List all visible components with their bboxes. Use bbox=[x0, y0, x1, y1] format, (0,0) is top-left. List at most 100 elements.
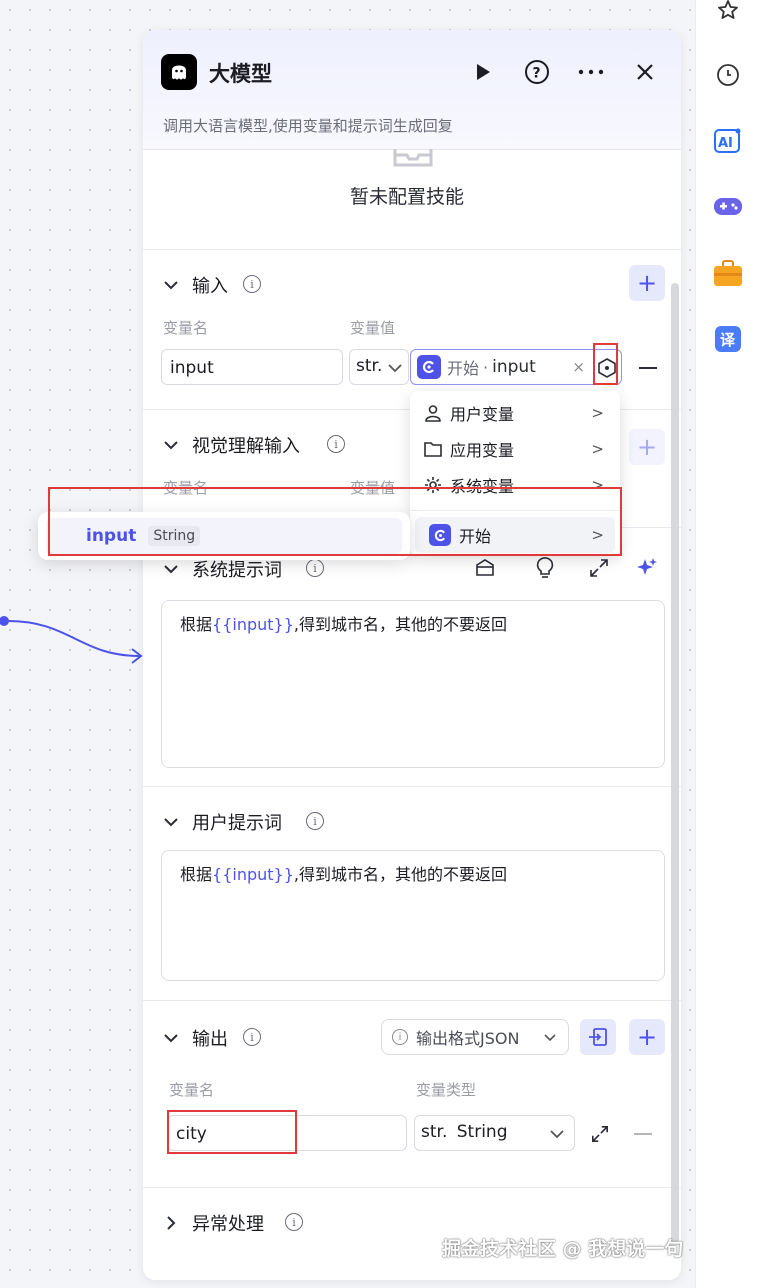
chevron-down-icon[interactable] bbox=[163, 814, 179, 830]
chevron-right-icon: > bbox=[591, 404, 604, 422]
input-var-name-field[interactable]: input bbox=[161, 349, 343, 385]
skills-empty-text: 暂未配置技能 bbox=[350, 186, 465, 208]
output-format-select[interactable]: i 输出格式JSON bbox=[381, 1019, 569, 1055]
info-icon[interactable]: i bbox=[285, 1213, 303, 1231]
panel-scrollbar[interactable] bbox=[671, 283, 679, 1243]
highlight-box bbox=[167, 1110, 297, 1154]
type-prefix: str. bbox=[421, 1122, 448, 1142]
highlight-box bbox=[593, 343, 618, 385]
chevron-right-icon[interactable] bbox=[163, 1215, 179, 1231]
ref-source-label: 开始 bbox=[447, 359, 480, 378]
workflow-edge bbox=[0, 616, 143, 664]
close-panel-button[interactable] bbox=[631, 58, 659, 86]
info-icon[interactable]: i bbox=[327, 435, 345, 453]
add-output-button[interactable]: + bbox=[629, 1019, 665, 1055]
output-type-select[interactable]: str. String bbox=[414, 1115, 575, 1151]
prompt-variable-token[interactable]: {{input}} bbox=[212, 865, 294, 884]
folder-icon bbox=[424, 442, 442, 457]
close-icon bbox=[637, 64, 653, 80]
expand-icon[interactable] bbox=[589, 558, 609, 578]
game-controller-icon[interactable] bbox=[713, 192, 743, 222]
empty-box-icon bbox=[393, 149, 433, 167]
chevron-down-icon[interactable] bbox=[163, 1030, 179, 1046]
ref-var-label: input bbox=[492, 357, 536, 377]
col-label-var-name: 变量名 bbox=[169, 1081, 215, 1099]
prompt-library-icon[interactable] bbox=[474, 557, 496, 579]
expand-icon[interactable] bbox=[591, 1125, 609, 1143]
svg-text:?: ? bbox=[533, 66, 541, 82]
vision-section-title: 视觉理解输入 bbox=[192, 436, 300, 457]
divider bbox=[143, 1000, 681, 1001]
chevron-down-icon bbox=[388, 364, 402, 373]
svg-text:AI: AI bbox=[718, 136, 733, 151]
panel-subtitle: 调用大语言模型,使用变量和提示词生成回复 bbox=[163, 117, 453, 135]
prompt-text: 根据 bbox=[180, 865, 213, 884]
output-format-label: 输出格式JSON bbox=[416, 1029, 520, 1048]
chevron-down-icon[interactable] bbox=[163, 277, 179, 293]
divider bbox=[143, 249, 681, 250]
llm-node-panel: 大模型 ? 调用大语言模型,使用变量和提示词生成回复 暂未配置技能 输入 i +… bbox=[143, 30, 681, 1280]
system-prompt-editor[interactable]: 根据{{input}},得到城市名，其他的不要返回 bbox=[161, 600, 665, 768]
chevron-right-icon: > bbox=[591, 440, 604, 458]
output-section-title: 输出 bbox=[192, 1029, 228, 1050]
help-icon: ? bbox=[525, 60, 549, 84]
dropdown-item-label: 应用变量 bbox=[450, 441, 515, 460]
dropdown-item-label: 用户变量 bbox=[450, 405, 515, 424]
input-ref-value-field[interactable]: 开始 · input × bbox=[410, 349, 622, 385]
info-icon[interactable]: i bbox=[306, 559, 324, 577]
user-prompt-editor[interactable]: 根据{{input}},得到城市名，其他的不要返回 bbox=[161, 850, 665, 981]
history-clock-icon[interactable] bbox=[713, 60, 743, 90]
clear-ref-button[interactable]: × bbox=[572, 358, 585, 376]
run-node-button[interactable] bbox=[469, 58, 497, 86]
chevron-down-icon bbox=[550, 1130, 564, 1139]
play-icon bbox=[477, 64, 490, 80]
watermark: 掘金技术社区 @ 我想说一句 bbox=[442, 1238, 684, 1260]
divider bbox=[143, 1187, 681, 1188]
prompt-variable-token[interactable]: {{input}} bbox=[212, 615, 294, 634]
input-type-select[interactable]: str. bbox=[349, 349, 409, 385]
info-icon: i bbox=[392, 1029, 408, 1045]
more-dots-icon bbox=[578, 69, 604, 75]
highlight-box bbox=[48, 487, 622, 556]
dropdown-item-app-vars[interactable]: 应用变量 > bbox=[410, 431, 620, 467]
start-node-icon bbox=[417, 355, 441, 379]
remove-output-button[interactable] bbox=[634, 1133, 652, 1135]
toolbox-icon[interactable] bbox=[713, 258, 743, 288]
type-label: str. bbox=[356, 356, 383, 376]
chevron-down-icon bbox=[544, 1034, 556, 1042]
add-input-button[interactable]: + bbox=[629, 265, 665, 301]
col-label-var-name: 变量名 bbox=[163, 319, 209, 337]
info-icon[interactable]: i bbox=[306, 812, 324, 830]
panel-header: 大模型 ? 调用大语言模型,使用变量和提示词生成回复 bbox=[143, 30, 681, 150]
type-label: String bbox=[456, 1122, 508, 1142]
ref-separator: · bbox=[483, 357, 489, 377]
translate-icon[interactable]: 译 bbox=[713, 324, 743, 354]
exception-section-title: 异常处理 bbox=[192, 1214, 264, 1235]
dropdown-item-user-vars[interactable]: 用户变量 > bbox=[410, 395, 620, 431]
ai-assistant-icon[interactable]: AI bbox=[713, 126, 743, 156]
divider bbox=[143, 786, 681, 787]
lightbulb-icon[interactable] bbox=[534, 556, 556, 580]
col-label-var-type: 变量类型 bbox=[416, 1081, 477, 1099]
right-toolbar: AI 译 bbox=[695, 0, 760, 1288]
chevron-down-icon[interactable] bbox=[163, 561, 179, 577]
prompt-text: ,得到城市名，其他的不要返回 bbox=[293, 865, 507, 884]
add-vision-input-button[interactable]: + bbox=[629, 429, 665, 465]
info-icon[interactable]: i bbox=[243, 275, 261, 293]
star-icon[interactable] bbox=[713, 0, 743, 25]
help-button[interactable]: ? bbox=[523, 58, 551, 86]
svg-text:译: 译 bbox=[720, 331, 736, 349]
more-options-button[interactable] bbox=[577, 58, 605, 86]
info-icon[interactable]: i bbox=[243, 1028, 261, 1046]
llm-node-logo bbox=[161, 54, 197, 90]
prompt-text: 根据 bbox=[180, 615, 213, 634]
import-json-button[interactable] bbox=[580, 1019, 616, 1055]
chevron-down-icon[interactable] bbox=[163, 437, 179, 453]
user-prompt-title: 用户提示词 bbox=[192, 813, 282, 834]
ai-sparkle-icon[interactable] bbox=[636, 557, 658, 579]
import-icon bbox=[589, 1028, 607, 1046]
user-icon bbox=[425, 405, 441, 422]
input-section-title: 输入 bbox=[192, 276, 228, 297]
panel-title: 大模型 bbox=[209, 62, 272, 86]
remove-input-button[interactable] bbox=[639, 367, 657, 369]
